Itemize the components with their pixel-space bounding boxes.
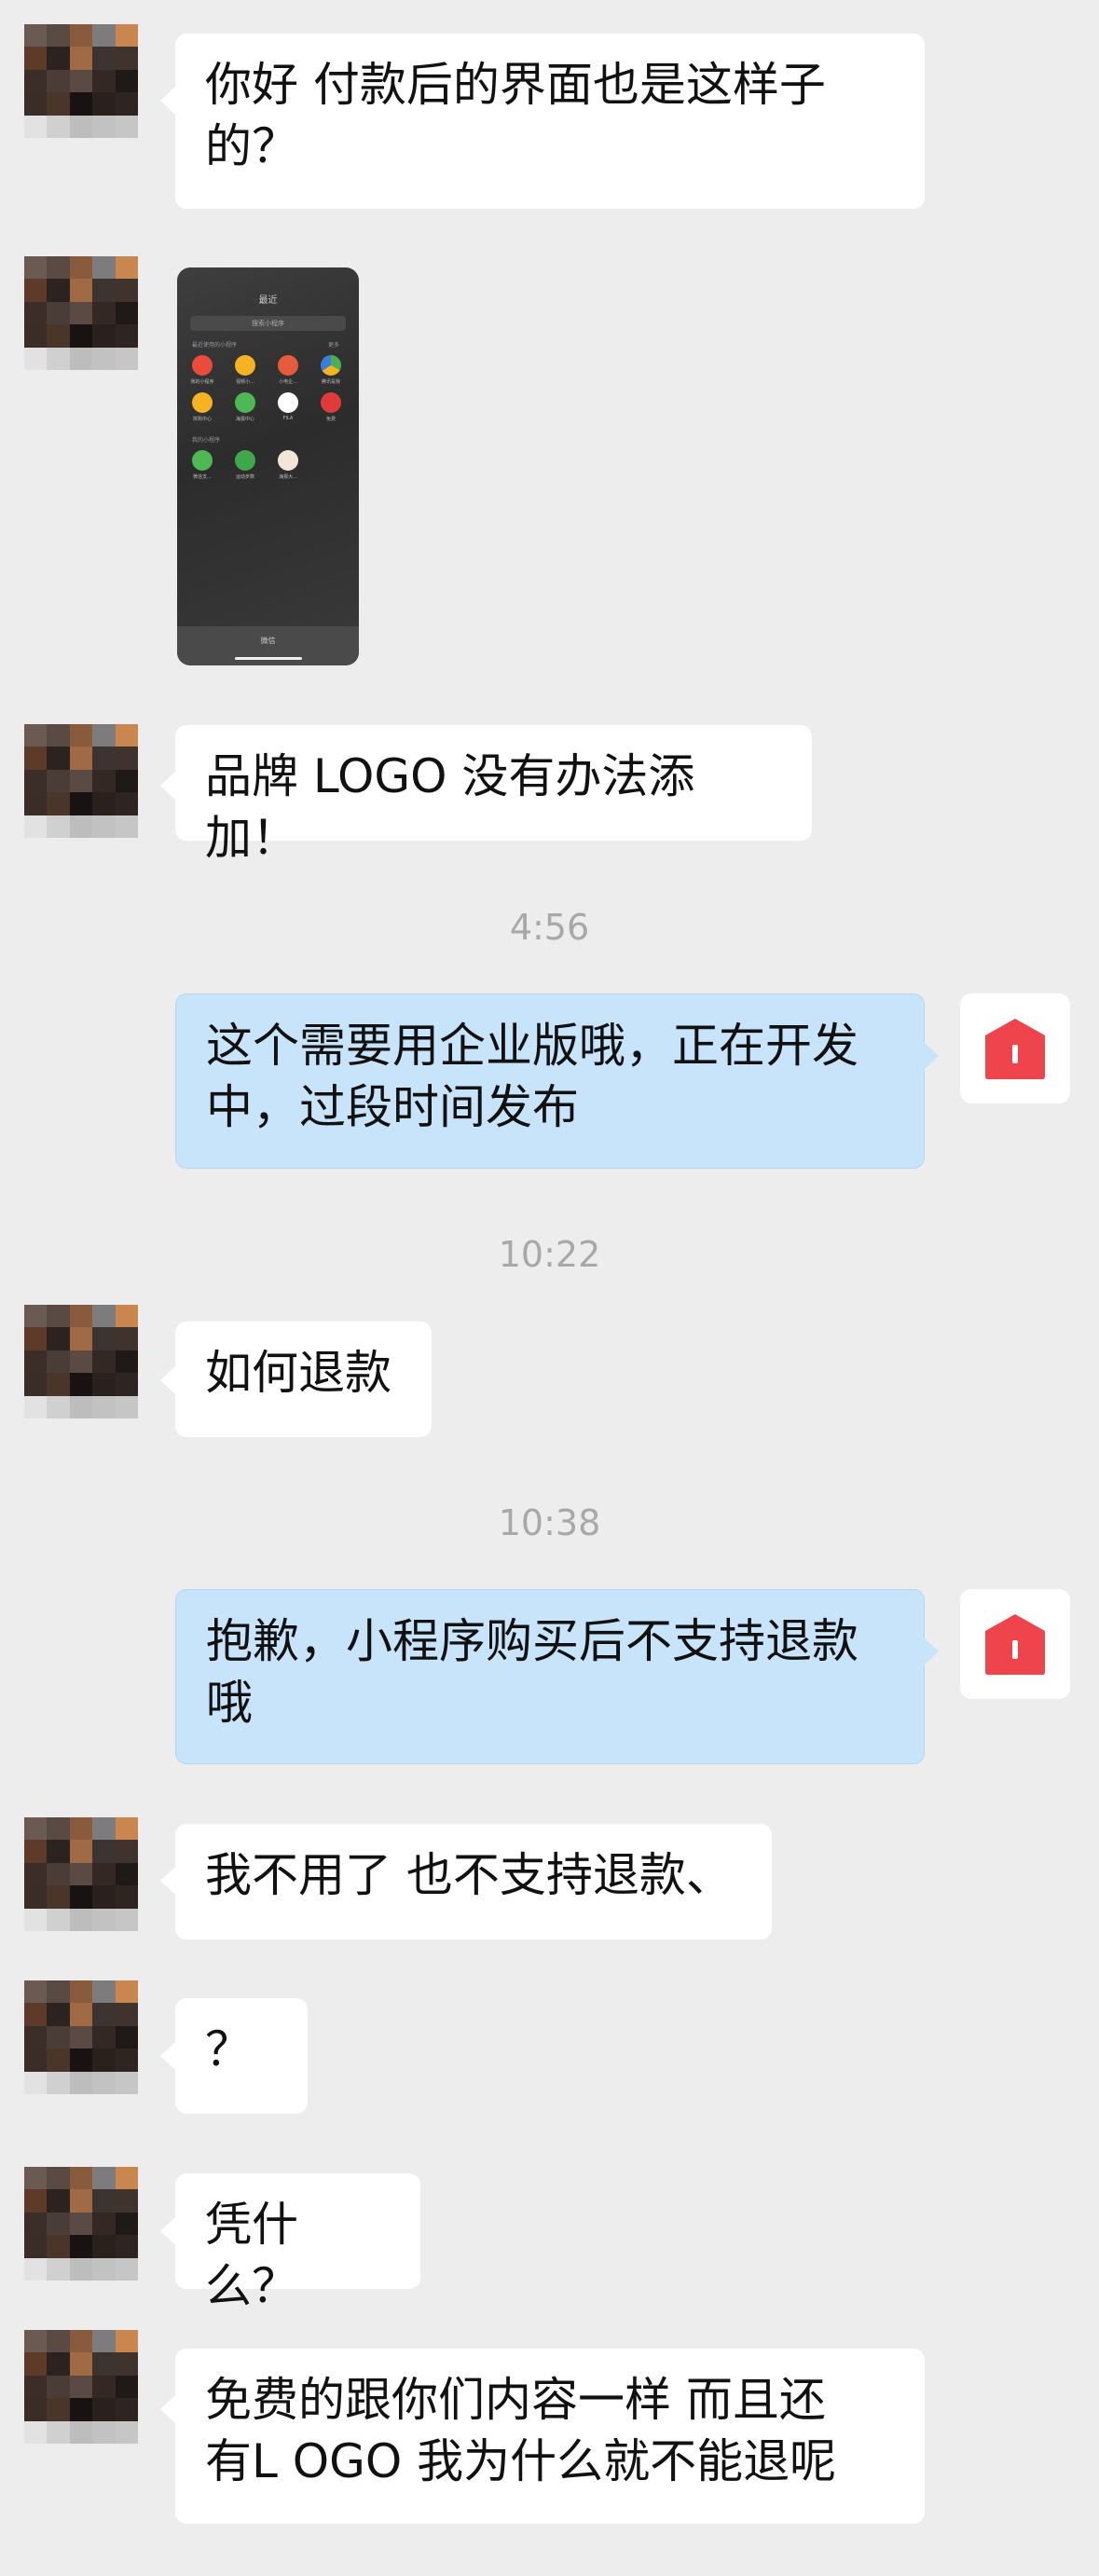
app-icon [321,355,341,376]
app-icon [192,392,213,413]
bubble-tail [160,2217,175,2245]
app-label: 我的小程序 [190,379,214,385]
app-label: 微信支... [193,474,212,480]
message-text-line: 你好 付款后的界面也是这样子 [205,58,826,112]
bubble-tail [160,1366,175,1394]
app-icon [321,392,341,413]
message-text-line: 这个需要用企业版哦，正在开发 [206,1019,859,1073]
bubble-tail [160,772,175,800]
thumbnail-bottom-label: 微信 [260,637,276,645]
message-bubble[interactable]: 免费的跟你们内容一样 而且还 有L OGO 我为什么就不能退呢 [175,2349,925,2524]
message-text-line: 如何退款 [205,1346,392,1400]
message-text-line: 有L OGO 我为什么就不能退呢 [205,2434,837,2488]
bubble-tail [924,1637,939,1665]
store-icon [985,1614,1045,1675]
app-icon [192,450,213,471]
app-label: 腾讯是我 [321,379,340,385]
avatar[interactable] [24,1305,138,1418]
app-icon [235,392,255,413]
message-text-line: 品牌 LOGO 没有办法添加！ [205,749,695,865]
app-label: 视频小... [236,379,254,385]
bubble-tail [160,87,175,115]
avatar[interactable] [24,24,138,138]
app-icon [278,450,298,471]
message-bubble[interactable]: 如何退款 [175,1322,432,1437]
thumbnail-search: 搜索小程序 [190,316,346,331]
message-bubble[interactable]: 凭什么？ [175,2173,420,2313]
message-text-line: 免费的跟你们内容一样 而且还 [205,2373,826,2427]
app-icon [235,355,255,376]
thumbnail-section-label: 我的小程序 [192,437,221,444]
avatar[interactable] [24,2330,138,2444]
thumbnail-section-label: 最近使用的小程序 [192,342,238,349]
message-bubble[interactable]: 这个需要用企业版哦，正在开发 中，过段时间发布 [175,993,925,1169]
thumbnail-more-label: 更多 [328,342,340,349]
app-label: 免费 [325,417,336,422]
image-thumbnail[interactable]: 最近 搜索小程序 最近使用的小程序 更多 我的小程序 视频小... 小电企...… [177,267,359,665]
message-bubble[interactable]: 品牌 LOGO 没有办法添加！ [175,725,812,865]
message-text-line: 我不用了 也不支持退款、 [205,1848,733,1902]
thumbnail-title: 最近 [258,295,278,306]
avatar[interactable] [24,1817,138,1931]
app-label: 海报大... [279,474,297,480]
message-text-line: 抱歉，小程序购买后不支持退款 [206,1614,859,1668]
app-label: 运动步数 [235,474,254,480]
bubble-tail [924,1042,939,1070]
timestamp: 4:56 [509,907,590,948]
bubble-tail [160,2042,175,2070]
message-text-line: 哦 [206,1676,253,1730]
message-bubble[interactable]: 我不用了 也不支持退款、 [175,1824,772,1939]
bubble-tail [160,2395,175,2423]
message-text-line: 中，过段时间发布 [206,1080,579,1134]
message-bubble[interactable]: ？ [175,1998,308,2114]
app-label: 拼购中心 [192,417,212,422]
app-icon [278,392,298,413]
avatar[interactable] [24,2167,138,2281]
avatar[interactable] [24,724,138,838]
avatar[interactable] [24,1980,138,2094]
avatar[interactable] [24,256,138,370]
bubble-tail [160,1867,175,1895]
message-text-line: 的？ [205,119,298,173]
message-text-line: ？ [205,2022,252,2076]
brand-avatar[interactable] [960,1589,1070,1699]
message-bubble[interactable]: 你好 付款后的界面也是这样子 的？ [175,34,925,209]
app-label: 小电企... [279,379,297,385]
app-icon [235,450,255,471]
message-text-line: 凭什么？ [205,2198,298,2313]
home-indicator [235,657,302,660]
message-bubble[interactable]: 抱歉，小程序购买后不支持退款 哦 [175,1589,925,1764]
brand-avatar[interactable] [960,993,1070,1103]
app-icon [192,355,213,376]
timestamp: 10:38 [498,1502,601,1543]
store-icon [985,1019,1045,1079]
app-label: 海报中心 [235,417,254,422]
timestamp: 10:22 [498,1234,601,1275]
app-label: FILA [282,416,294,421]
app-icon [278,355,298,376]
thumbnail-bottom-bar: 微信 [177,626,359,665]
